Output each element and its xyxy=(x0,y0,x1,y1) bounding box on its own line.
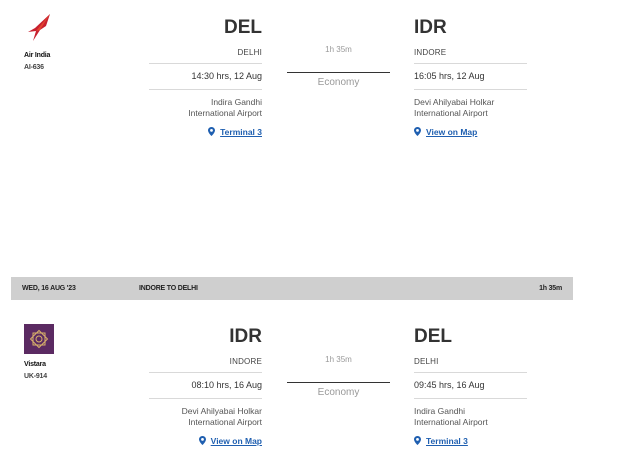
cabin-class: Economy xyxy=(317,387,360,398)
divider xyxy=(414,89,527,90)
arrival-info: DEL DELHI 09:45 hrs, 16 Aug Indira Gandh… xyxy=(414,325,527,447)
airport-name-line: Devi Ahilyabai Holkar xyxy=(414,97,495,107)
vistara-logo-icon xyxy=(24,324,54,354)
flight-number: AI-636 xyxy=(24,64,44,71)
airport-name-line: Indira Gandhi xyxy=(210,97,262,107)
airport-name-line: International Airport xyxy=(188,417,262,427)
departure-airport: Devi Ahilyabai Holkar International Airp… xyxy=(149,406,262,428)
arrival-time: 09:45 hrs, 16 Aug xyxy=(414,380,485,390)
flight-middle: 1h 35m Economy xyxy=(287,45,390,88)
arrival-city: INDORE xyxy=(414,48,447,57)
airport-name-line: Devi Ahilyabai Holkar xyxy=(181,406,262,416)
divider xyxy=(149,372,262,373)
divider xyxy=(149,89,262,90)
flight-middle: 1h 35m Economy xyxy=(287,355,390,398)
map-pin-icon xyxy=(198,436,206,445)
flight-segment-1: Air India AI-636 DEL DELHI 14:30 hrs, 12… xyxy=(0,0,624,165)
arrival-city: DELHI xyxy=(414,357,439,366)
departure-time: 08:10 hrs, 16 Aug xyxy=(191,380,262,390)
divider xyxy=(414,372,527,373)
departure-time: 14:30 hrs, 12 Aug xyxy=(191,71,262,81)
map-link-row: View on Map xyxy=(149,435,262,447)
divider xyxy=(414,398,527,399)
flight-duration: 1h 35m xyxy=(325,355,352,364)
departure-code: DEL xyxy=(224,17,262,38)
departure-info: DEL DELHI 14:30 hrs, 12 Aug Indira Gandh… xyxy=(149,16,262,138)
arrival-info: IDR INDORE 16:05 hrs, 12 Aug Devi Ahilya… xyxy=(414,16,527,138)
terminal-link[interactable]: Terminal 3 xyxy=(426,436,468,446)
arrival-airport: Devi Ahilyabai Holkar International Airp… xyxy=(414,97,527,119)
divider xyxy=(149,63,262,64)
arrival-time: 16:05 hrs, 12 Aug xyxy=(414,71,485,81)
flight-segment-2: Vistara UK-914 IDR INDORE 08:10 hrs, 16 … xyxy=(0,316,624,461)
return-duration: 1h 35m xyxy=(539,285,562,292)
departure-city: INDORE xyxy=(229,357,262,366)
divider xyxy=(149,398,262,399)
airline-name: Vistara xyxy=(24,361,46,368)
departure-info: IDR INDORE 08:10 hrs, 16 Aug Devi Ahilya… xyxy=(149,325,262,447)
return-route: INDORE TO DELHI xyxy=(139,285,198,292)
return-date: WED, 16 AUG '23 xyxy=(22,285,76,292)
airline-name: Air India xyxy=(24,52,51,59)
divider xyxy=(414,63,527,64)
flight-number: UK-914 xyxy=(24,373,47,380)
terminal-link-row: Terminal 3 xyxy=(149,126,262,138)
return-flight-header: WED, 16 AUG '23 INDORE TO DELHI 1h 35m xyxy=(11,277,573,300)
terminal-link[interactable]: Terminal 3 xyxy=(220,127,262,137)
view-on-map-link[interactable]: View on Map xyxy=(211,436,262,446)
arrival-code: DEL xyxy=(414,326,452,347)
departure-airport: Indira Gandhi International Airport xyxy=(149,97,262,119)
cabin-class: Economy xyxy=(317,77,360,88)
map-pin-icon xyxy=(414,127,421,136)
route-line xyxy=(287,72,390,73)
air-india-logo-icon xyxy=(24,13,54,43)
departure-code: IDR xyxy=(229,326,262,347)
arrival-airport: Indira Gandhi International Airport xyxy=(414,406,527,428)
airport-name-line: International Airport xyxy=(414,417,488,427)
airport-name-line: International Airport xyxy=(414,108,488,118)
departure-city: DELHI xyxy=(237,48,262,57)
airport-name-line: Indira Gandhi xyxy=(414,406,466,416)
flight-duration: 1h 35m xyxy=(325,45,352,54)
terminal-link-row: Terminal 3 xyxy=(414,435,527,447)
map-pin-icon xyxy=(208,127,216,136)
view-on-map-link[interactable]: View on Map xyxy=(426,127,477,137)
map-pin-icon xyxy=(414,436,421,445)
map-link-row: View on Map xyxy=(414,126,527,138)
route-line xyxy=(287,382,390,383)
airport-name-line: International Airport xyxy=(188,108,262,118)
arrival-code: IDR xyxy=(414,17,447,38)
